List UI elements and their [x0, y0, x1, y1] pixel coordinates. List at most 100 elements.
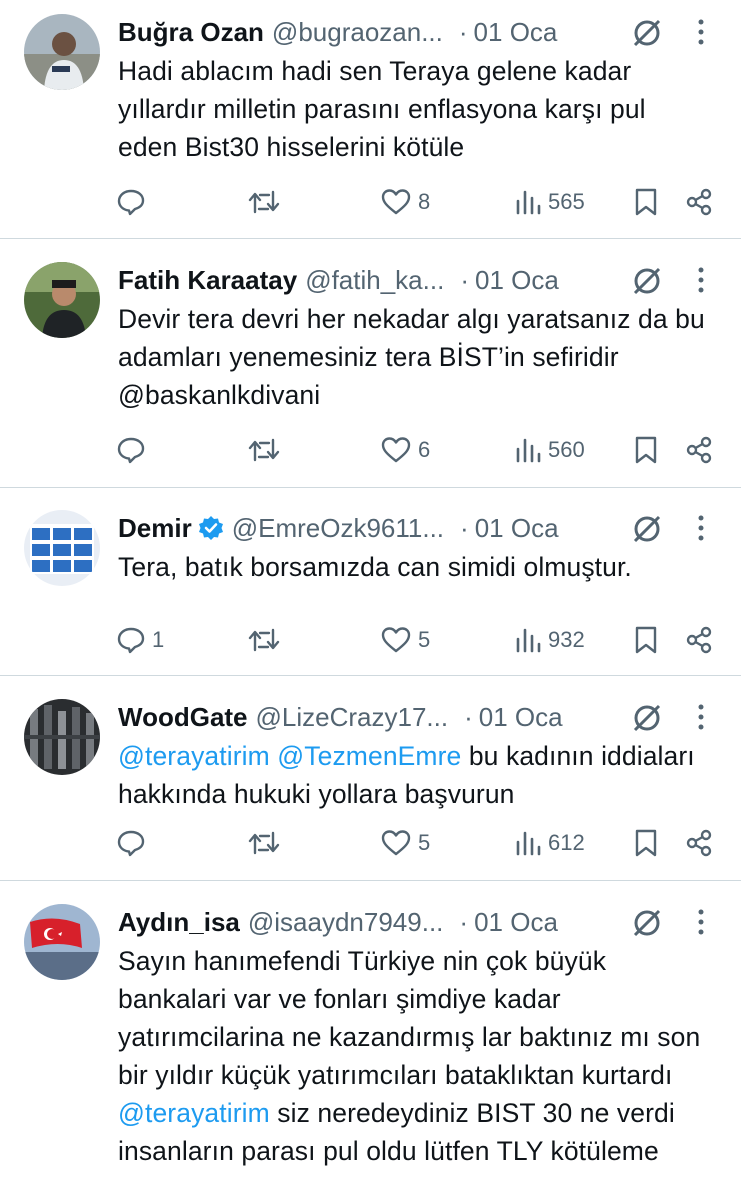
more-options-icon[interactable] — [688, 904, 714, 940]
share-button[interactable] — [684, 430, 714, 470]
share-icon — [684, 828, 714, 858]
tweet-text: Tera, batık borsamızda can simidi olmuşt… — [118, 548, 711, 586]
tweet[interactable]: Fatih Karaatay @fatih_ka... · 01 Oca Dev… — [0, 258, 741, 486]
tweet-text: Sayın hanımefendi Türkiye nin çok büyük … — [118, 942, 711, 1170]
mention-link[interactable]: @terayatirim — [118, 1098, 270, 1128]
view-count: 612 — [548, 830, 585, 855]
tweet-text: @terayatirim @TezmenEmre bu kadının iddi… — [118, 737, 711, 813]
mention-link[interactable]: @TezmenEmre — [277, 741, 461, 771]
reply-icon — [116, 187, 146, 217]
heart-icon — [380, 187, 412, 217]
avatar[interactable] — [24, 699, 100, 775]
divider — [0, 880, 741, 881]
more-options-icon[interactable] — [688, 510, 714, 546]
view-count: 565 — [548, 189, 585, 214]
author-handle[interactable]: @isaaydn7949... — [248, 907, 444, 938]
tweet[interactable]: Buğra Ozan @bugraozan... · 01 Oca Hadi a… — [0, 10, 741, 238]
tweet-date[interactable]: 01 Oca — [474, 17, 558, 48]
reply-icon — [116, 828, 146, 858]
tweet-actions: 8 565 — [0, 182, 741, 222]
avatar[interactable] — [24, 904, 100, 980]
retweet-button[interactable] — [247, 620, 287, 660]
author-handle[interactable]: @bugraozan... — [272, 17, 443, 48]
tweet[interactable]: Demir @EmreOzk9611... · 01 Oca Tera, bat… — [0, 506, 741, 672]
bookmark-button[interactable] — [632, 823, 660, 863]
reply-icon — [116, 625, 146, 655]
views-button[interactable]: 932 — [514, 620, 585, 660]
reply-button[interactable] — [116, 430, 152, 470]
more-options-icon[interactable] — [688, 14, 714, 50]
author-handle[interactable]: @EmreOzk9611... — [232, 513, 444, 544]
heart-icon — [380, 435, 412, 465]
avatar[interactable] — [24, 262, 100, 338]
share-icon — [684, 625, 714, 655]
view-count: 932 — [548, 627, 585, 652]
verified-badge-icon[interactable] — [198, 515, 224, 541]
reply-button[interactable]: 1 — [116, 620, 164, 660]
reply-button[interactable] — [116, 823, 152, 863]
tweet-date[interactable]: 01 Oca — [479, 702, 563, 733]
separator-dot: · — [458, 16, 468, 47]
grok-icon[interactable] — [630, 16, 664, 50]
retweet-button[interactable] — [247, 823, 287, 863]
author-name[interactable]: WoodGate — [118, 702, 248, 733]
reply-icon — [116, 435, 146, 465]
author-name[interactable]: Buğra Ozan — [118, 17, 264, 48]
more-options-icon[interactable] — [688, 262, 714, 298]
tweet-text: Hadi ablacım hadi sen Teraya gelene kada… — [118, 52, 711, 166]
retweet-button[interactable] — [247, 182, 287, 222]
views-button[interactable]: 565 — [514, 182, 585, 222]
retweet-button[interactable] — [247, 430, 287, 470]
more-options-icon[interactable] — [688, 699, 714, 735]
share-button[interactable] — [684, 823, 714, 863]
like-count: 6 — [418, 437, 431, 462]
tweet-date[interactable]: 01 Oca — [474, 907, 558, 938]
author-handle[interactable]: @fatih_ka... — [305, 265, 444, 296]
like-button[interactable]: 6 — [380, 430, 430, 470]
separator-dot: · — [459, 906, 469, 937]
share-icon — [684, 435, 714, 465]
share-button[interactable] — [684, 182, 714, 222]
tweet-date[interactable]: 01 Oca — [475, 265, 559, 296]
separator-dot: · — [464, 701, 473, 732]
tweet-date[interactable]: 01 Oca — [475, 513, 559, 544]
like-button[interactable]: 8 — [380, 182, 430, 222]
like-count: 5 — [418, 830, 431, 855]
bookmark-button[interactable] — [632, 430, 660, 470]
tweet[interactable]: Aydın_isa @isaaydn7949... · 01 Oca Sayın… — [0, 900, 741, 1199]
grok-icon[interactable] — [630, 701, 664, 735]
grok-icon[interactable] — [630, 264, 664, 298]
bookmark-icon — [632, 187, 660, 217]
reply-count: 1 — [152, 627, 165, 652]
author-name[interactable]: Aydın_isa — [118, 907, 240, 938]
separator-dot: · — [460, 512, 469, 543]
share-icon — [684, 187, 714, 217]
author-name[interactable]: Fatih Karaatay — [118, 265, 297, 296]
views-button[interactable]: 560 — [514, 430, 585, 470]
avatar[interactable] — [24, 510, 100, 586]
share-button[interactable] — [684, 620, 714, 660]
avatar[interactable] — [24, 14, 100, 90]
tweet[interactable]: WoodGate @LizeCrazy17... · 01 Oca @teray… — [0, 695, 741, 875]
bookmark-button[interactable] — [632, 620, 660, 660]
separator-dot: · — [460, 264, 469, 295]
like-count: 5 — [418, 627, 431, 652]
like-button[interactable]: 5 — [380, 620, 430, 660]
tweet-text-part: Devir tera devri her nekadar algı yarats… — [118, 304, 705, 410]
mention-link[interactable]: @terayatirim — [118, 741, 270, 771]
reply-button[interactable] — [116, 182, 152, 222]
grok-icon[interactable] — [630, 512, 664, 546]
grok-icon[interactable] — [630, 906, 664, 940]
view-count: 560 — [548, 437, 585, 462]
author-handle[interactable]: @LizeCrazy17... — [256, 702, 449, 733]
views-button[interactable]: 612 — [514, 823, 585, 863]
retweet-icon — [247, 435, 281, 465]
author-name[interactable]: Demir — [118, 513, 192, 544]
bookmark-icon — [632, 625, 660, 655]
bookmark-button[interactable] — [632, 182, 660, 222]
like-count: 8 — [418, 189, 431, 214]
heart-icon — [380, 625, 412, 655]
like-button[interactable]: 5 — [380, 823, 430, 863]
analytics-icon — [514, 625, 542, 655]
tweet-actions: 1 5 932 — [0, 620, 741, 660]
